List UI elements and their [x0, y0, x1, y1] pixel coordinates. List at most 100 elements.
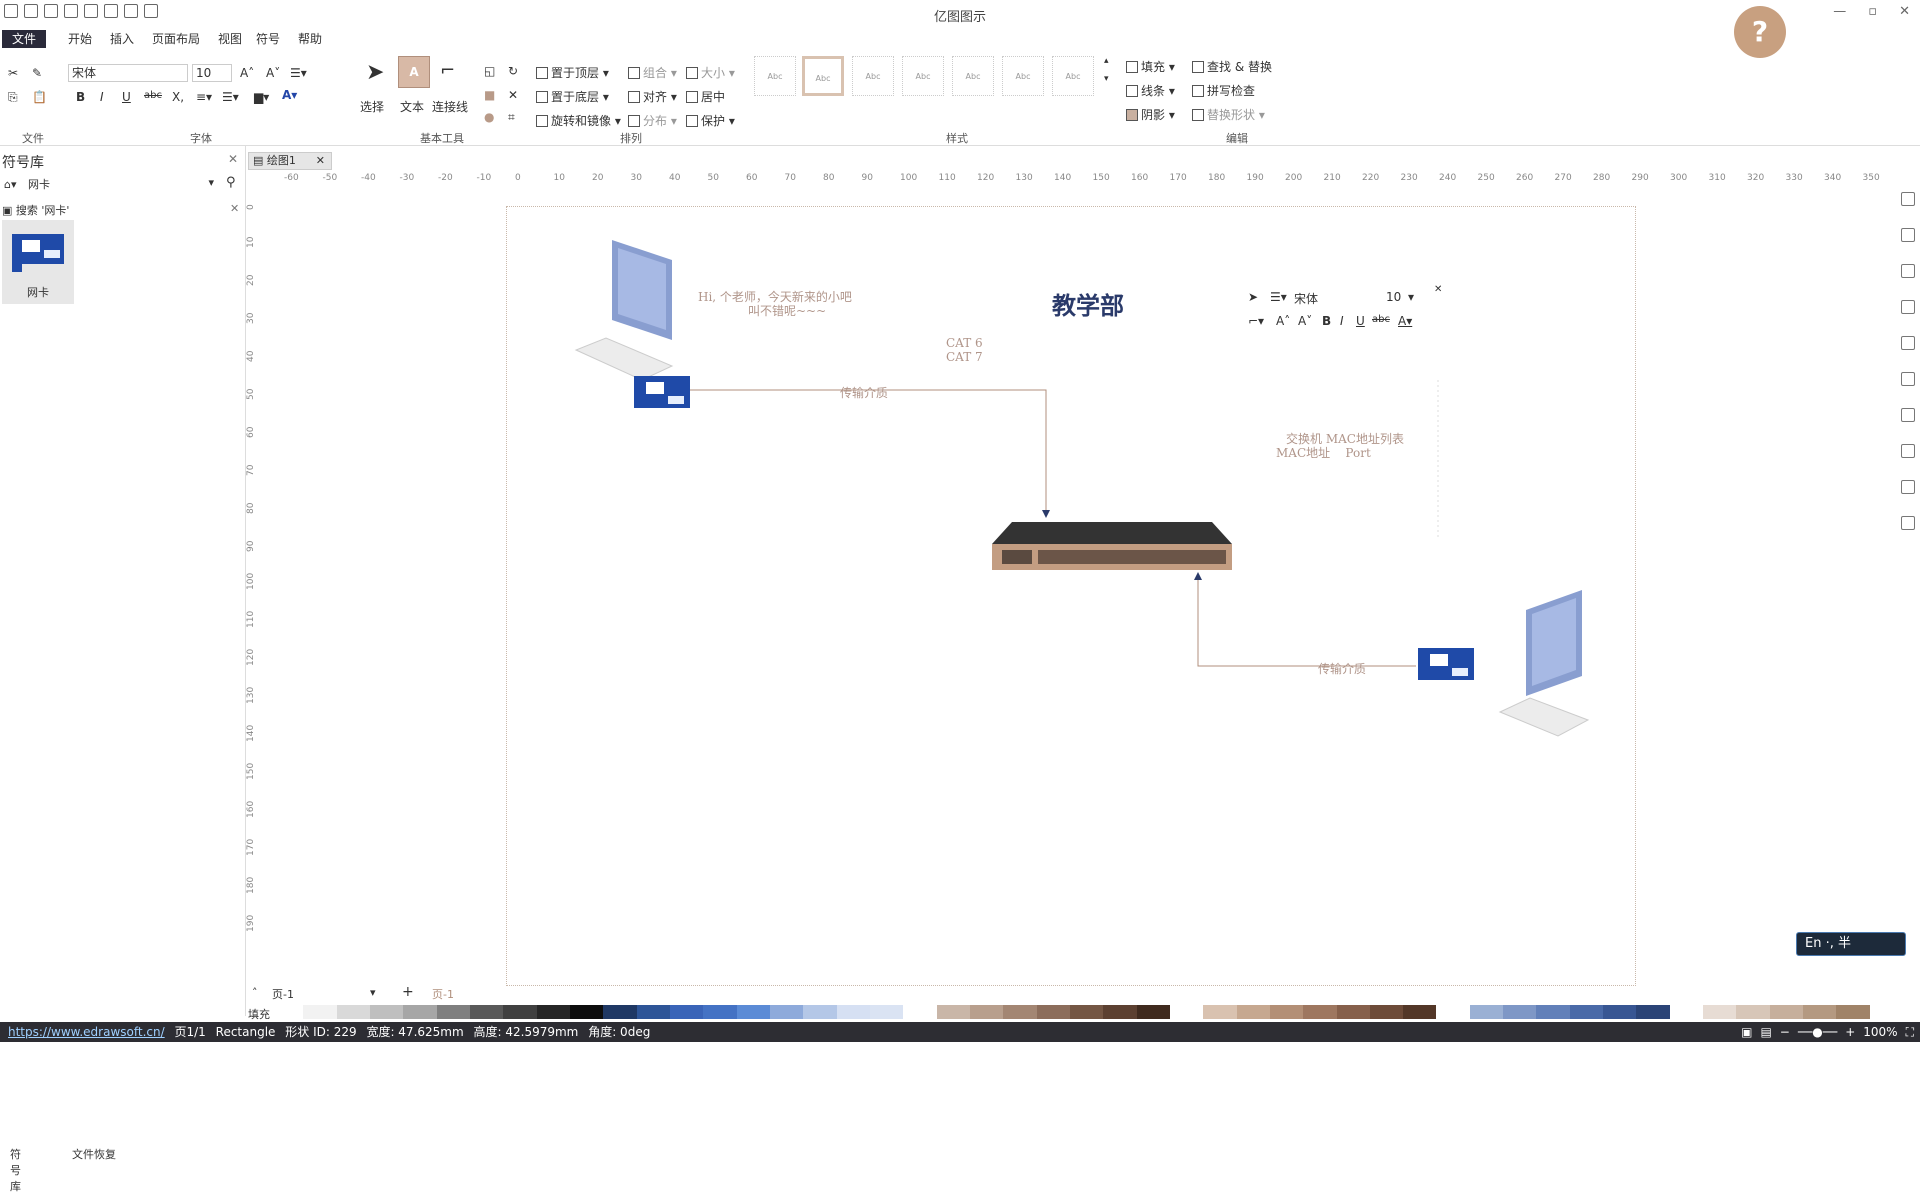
website-link[interactable]: https://www.edrawsoft.cn/ [8, 1025, 165, 1039]
page-tab[interactable]: 页-1 [432, 986, 454, 1002]
tab-home[interactable]: 开始 [62, 30, 98, 48]
palette-swatch[interactable] [1069, 1005, 1104, 1019]
bold-icon[interactable]: B [1322, 314, 1331, 328]
tab-symbol[interactable]: 符号 [250, 30, 286, 48]
underline-icon[interactable]: U [122, 90, 131, 104]
close-button[interactable]: ✕ [1899, 4, 1910, 19]
style-preset-selected[interactable]: Abc [802, 56, 844, 96]
copy-icon[interactable]: ⎘ [8, 90, 18, 105]
palette-swatch[interactable] [703, 1005, 737, 1019]
computer-right[interactable] [1498, 590, 1590, 737]
palette-swatch[interactable] [869, 1005, 904, 1019]
align-text-icon[interactable]: ☰▾ [290, 66, 307, 80]
palette-swatch[interactable] [1169, 1005, 1204, 1019]
palette-swatch[interactable] [969, 1005, 1004, 1019]
style-preset[interactable]: Abc [754, 56, 796, 96]
italic-icon[interactable]: I [100, 90, 104, 104]
cable-label-1[interactable]: CAT 6 [946, 336, 983, 350]
add-page-icon[interactable]: + [402, 984, 414, 1000]
fill-button[interactable]: 填充 ▾ [1126, 58, 1175, 75]
view-mode-icon[interactable]: ▣ [1741, 1022, 1752, 1042]
computer-left[interactable] [574, 240, 674, 381]
speech-text-line2[interactable]: 叫不错呢~~~ [748, 302, 826, 319]
connector-tool[interactable]: 连接线 [432, 98, 468, 115]
network-card-right[interactable] [1418, 648, 1474, 680]
palette-swatch[interactable] [1436, 1005, 1470, 1019]
rotate-button[interactable]: 旋转和镜像 ▾ [536, 112, 621, 129]
distribute-button[interactable]: 分布 ▾ [628, 112, 677, 129]
shape-tool-icon[interactable]: ↻ [508, 64, 518, 78]
fill-icon[interactable] [1901, 264, 1915, 278]
palette-swatch[interactable] [636, 1005, 670, 1019]
help-icon[interactable] [1901, 516, 1915, 530]
palette-swatch[interactable] [1269, 1005, 1304, 1019]
color-palette[interactable] [270, 1005, 1870, 1019]
zoom-in-icon[interactable]: + [1845, 1022, 1855, 1042]
select-tool[interactable]: 选择 [360, 98, 384, 115]
minimize-button[interactable]: — [1833, 4, 1846, 19]
find-replace-button[interactable]: 查找 & 替换 [1192, 58, 1272, 75]
collapse-icon[interactable]: ▣ [2, 204, 12, 217]
palette-swatch[interactable] [1103, 1005, 1137, 1019]
palette-swatch[interactable] [569, 1005, 604, 1019]
spellcheck-button[interactable]: 拼写检查 [1192, 82, 1255, 99]
strikethrough-icon[interactable]: abc [1372, 314, 1390, 325]
image-icon[interactable] [1901, 300, 1915, 314]
pointer-icon[interactable]: ➤ [366, 60, 384, 85]
layers-icon[interactable] [1901, 336, 1915, 350]
chevron-down-icon[interactable]: ▾ [1408, 290, 1414, 304]
palette-swatch[interactable] [1503, 1005, 1537, 1019]
zoom-level[interactable]: 100% [1863, 1022, 1897, 1042]
cable-label-2[interactable]: CAT 7 [946, 350, 983, 364]
brush-icon[interactable]: ✎ [32, 66, 42, 80]
palette-swatch[interactable] [1769, 1005, 1804, 1019]
palette-swatch[interactable] [1236, 1005, 1270, 1019]
style-preset[interactable]: Abc [1052, 56, 1094, 96]
shape-fill-icon[interactable]: ■ [484, 88, 495, 102]
close-icon[interactable]: ✕ [228, 152, 238, 166]
chevron-down-icon[interactable]: ▾ [208, 176, 214, 189]
tab-file-recovery[interactable]: 文件恢复 [72, 1146, 116, 1162]
palette-swatch[interactable] [536, 1005, 570, 1019]
scroll-down-icon[interactable]: ▾ [1104, 74, 1109, 84]
align-button[interactable]: 对齐 ▾ [628, 88, 677, 105]
ellipse-icon[interactable]: ● [484, 110, 494, 124]
mac-table-header[interactable]: MAC地址 Port [1276, 444, 1386, 461]
tab-symbol-library[interactable]: 符号库 [10, 1146, 21, 1194]
align-icon[interactable]: ☰▾ [1270, 290, 1287, 304]
palette-swatch[interactable] [1736, 1005, 1770, 1019]
palette-swatch[interactable] [1603, 1005, 1637, 1019]
palette-swatch[interactable] [469, 1005, 504, 1019]
list-icon[interactable]: ☰▾ [222, 90, 239, 104]
diagram-title[interactable]: 教学部 [1052, 286, 1124, 321]
palette-swatch[interactable] [1636, 1005, 1670, 1019]
zoom-slider[interactable]: ──●── [1798, 1022, 1837, 1042]
line-button[interactable]: 线条 ▾ [1126, 82, 1175, 99]
group-button[interactable]: 组合 ▾ [628, 64, 677, 81]
palette-swatch[interactable] [603, 1005, 637, 1019]
font-color-icon[interactable]: A▾ [282, 88, 297, 102]
text-tool-icon[interactable]: A [398, 56, 430, 88]
palette-swatch[interactable] [1836, 1005, 1870, 1019]
home-icon[interactable]: ⌂▾ [4, 178, 17, 191]
scroll-up-icon[interactable]: ▴ [1104, 56, 1109, 66]
palette-swatch[interactable] [1336, 1005, 1370, 1019]
close-icon[interactable]: ✕ [1434, 284, 1442, 295]
shrink-font-icon[interactable]: A˅ [266, 66, 280, 80]
style-preset[interactable]: Abc [1002, 56, 1044, 96]
palette-swatch[interactable] [1669, 1005, 1704, 1019]
palette-swatch[interactable] [736, 1005, 770, 1019]
palette-swatch[interactable] [803, 1005, 837, 1019]
protect-button[interactable]: 保护 ▾ [686, 112, 735, 129]
palette-swatch[interactable] [1569, 1005, 1604, 1019]
library-item-nic[interactable]: 网卡 [2, 220, 74, 304]
center-button[interactable]: 居中 [686, 88, 725, 105]
palette-swatch[interactable] [270, 1005, 304, 1019]
shrink-font-icon[interactable]: A˅ [1298, 314, 1312, 328]
link-label-1[interactable]: 传输介质 [840, 384, 888, 401]
page-icon[interactable] [1901, 192, 1915, 206]
connector-icon[interactable]: ⌐ [440, 60, 455, 81]
size-button[interactable]: 大小 ▾ [686, 64, 735, 81]
text-tool[interactable]: 文本 [400, 98, 424, 115]
palette-swatch[interactable] [1469, 1005, 1504, 1019]
